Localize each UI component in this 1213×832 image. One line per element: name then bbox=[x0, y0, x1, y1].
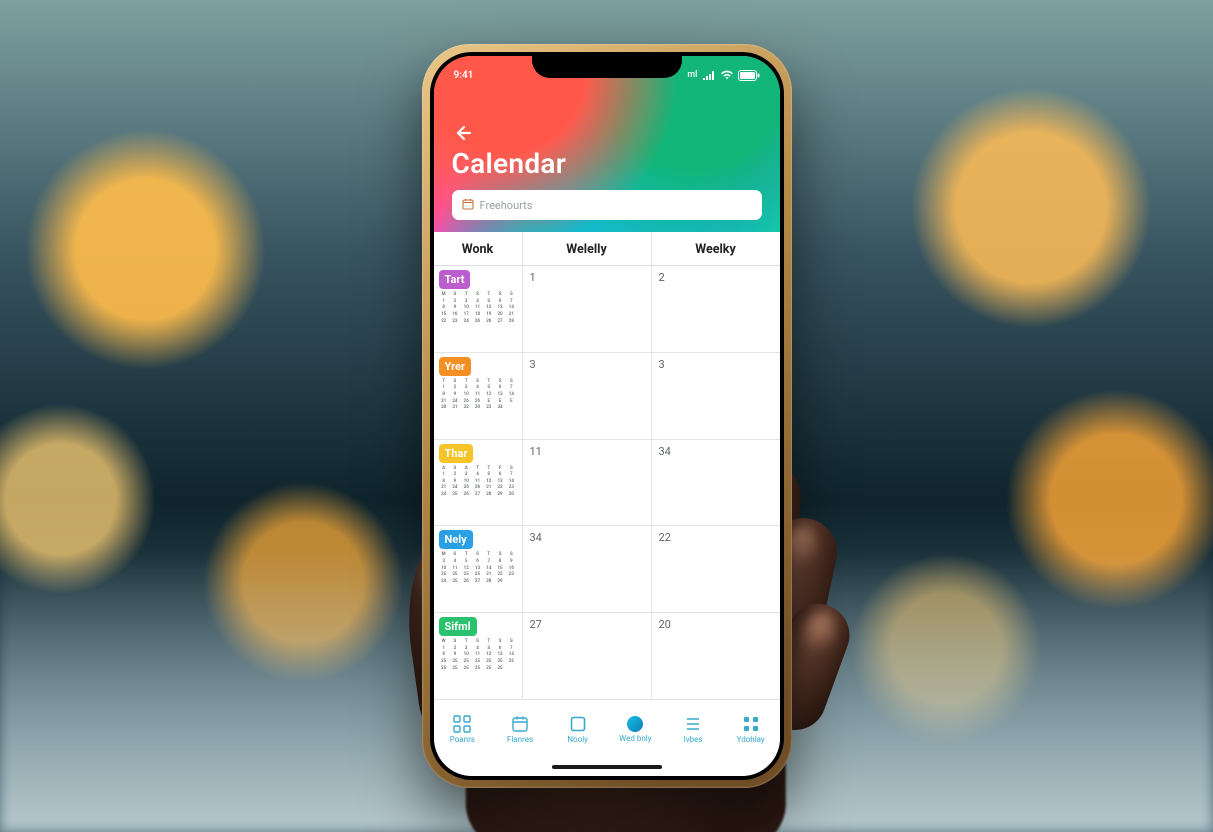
back-arrow-icon[interactable] bbox=[452, 123, 472, 143]
tag-1: Yrer bbox=[439, 357, 472, 376]
wifi-icon bbox=[720, 70, 734, 80]
cell-c1-r4[interactable]: 27 bbox=[523, 613, 651, 699]
tab-label-1: Flanres bbox=[507, 735, 533, 744]
square-icon bbox=[569, 715, 587, 733]
status-time: 9:41 bbox=[454, 70, 474, 81]
battery-icon bbox=[738, 70, 760, 81]
phone-notch bbox=[532, 52, 682, 78]
calendar-icon bbox=[511, 715, 529, 733]
list-icon bbox=[684, 715, 702, 733]
sidebar-cell-0[interactable]: Tart MSTSTSS1234S67891011121314151617181… bbox=[434, 266, 522, 353]
sidebar-cell-3[interactable]: Nely MSTSTSS3456789101112131415162525252… bbox=[434, 526, 522, 613]
cell-c2-r2[interactable]: 34 bbox=[652, 440, 780, 527]
status-carrier: ml bbox=[687, 70, 697, 80]
grid2-icon bbox=[742, 715, 760, 733]
tag-4: Sifml bbox=[439, 617, 477, 636]
cell-c2-r0[interactable]: 2 bbox=[652, 266, 780, 353]
sidebar-cell-4[interactable]: Sifml WSTSTSS1234S6789101112131425252525… bbox=[434, 613, 522, 699]
column-headers: Wonk Welelly Weelky bbox=[434, 232, 780, 266]
cell-c2-r3[interactable]: 22 bbox=[652, 526, 780, 613]
tab-label-4: Ivbes bbox=[684, 735, 703, 744]
tag-3: Nely bbox=[439, 530, 473, 549]
sidebar-column: Tart MSTSTSS1234S67891011121314151617181… bbox=[434, 266, 523, 699]
calendar-grid: Tart MSTSTSS1234S67891011121314151617181… bbox=[434, 266, 780, 699]
phone-screen: 9:41 ml bbox=[434, 56, 780, 776]
column-header-2[interactable]: Weelky bbox=[652, 232, 780, 265]
main-column-2: 2 3 34 22 20 bbox=[652, 266, 780, 699]
column-header-1[interactable]: Welelly bbox=[523, 232, 652, 265]
tab-label-0: Poanrs bbox=[450, 735, 475, 744]
tab-5[interactable]: Ydohlay bbox=[722, 700, 780, 758]
app-header: 9:41 ml bbox=[434, 56, 780, 232]
search-placeholder: Freehourts bbox=[480, 199, 533, 212]
tag-0: Tart bbox=[439, 270, 471, 289]
tab-4[interactable]: Ivbes bbox=[664, 700, 722, 758]
cell-c2-r1[interactable]: 3 bbox=[652, 353, 780, 440]
mini-calendar-4: WSTSTSS1234S6789101112131425252525252525… bbox=[439, 639, 517, 671]
page-title: Calendar bbox=[452, 147, 762, 180]
cell-c1-r3[interactable]: 34 bbox=[523, 526, 651, 613]
mini-calendar-1: TSTSTSS1234S6789101112131421242626EEE303… bbox=[439, 379, 517, 411]
signal-icon bbox=[702, 70, 716, 80]
main-column-1: 1 3 11 34 27 bbox=[523, 266, 652, 699]
sidebar-cell-1[interactable]: Yrer TSTSTSS1234S6789101112131421242626E… bbox=[434, 353, 522, 440]
tab-0[interactable]: Poanrs bbox=[434, 700, 492, 758]
tab-1[interactable]: Flanres bbox=[491, 700, 549, 758]
home-indicator[interactable] bbox=[434, 758, 780, 776]
tab-2[interactable]: Nooly bbox=[549, 700, 607, 758]
grid-icon bbox=[453, 715, 471, 733]
cell-c1-r0[interactable]: 1 bbox=[523, 266, 651, 353]
tab-label-3: Wed bnly bbox=[619, 734, 651, 743]
tab-bar: Poanrs Flanres Nooly bbox=[434, 699, 780, 758]
cell-c2-r4[interactable]: 20 bbox=[652, 613, 780, 699]
mini-calendar-0: MSTSTSS1234S6789101112131415161718192021… bbox=[439, 292, 517, 324]
dot-icon bbox=[627, 716, 643, 732]
column-header-0[interactable]: Wonk bbox=[434, 232, 523, 265]
tab-label-2: Nooly bbox=[567, 735, 588, 744]
sidebar-cell-2[interactable]: Thar ASATTFS1234S67891011121314212426262… bbox=[434, 440, 522, 527]
phone-frame: 9:41 ml bbox=[422, 44, 792, 788]
cell-c1-r1[interactable]: 3 bbox=[523, 353, 651, 440]
tag-2: Thar bbox=[439, 444, 474, 463]
tab-label-5: Ydohlay bbox=[737, 735, 765, 744]
mini-calendar-2: ASATTFS1234S6789101112131421242626212223… bbox=[439, 466, 517, 498]
calendar-small-icon bbox=[462, 198, 474, 213]
search-input[interactable]: Freehourts bbox=[452, 190, 762, 220]
cell-c1-r2[interactable]: 11 bbox=[523, 440, 651, 527]
tab-3[interactable]: Wed bnly bbox=[607, 700, 665, 758]
mini-calendar-3: MSTSTSS345678910111213141516252525252122… bbox=[439, 552, 517, 584]
